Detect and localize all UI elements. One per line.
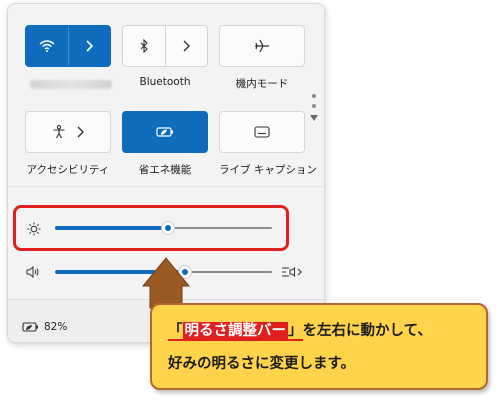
open-bracket: 「	[168, 323, 183, 339]
callout-line-2: 好みの明るさに変更します。	[168, 356, 356, 372]
close-bracket: 」	[288, 323, 303, 339]
callout-highlight: 明るさ調整バー	[182, 322, 288, 340]
callout-line-1: 「明るさ調整バー 」を左右に動かして、	[168, 319, 476, 341]
callout-line-1-rest: を左右に動かして、	[302, 323, 432, 339]
screenshot: Bluetooth 機内モード アクセシビリティ 省エネ機能 ライブ キャプショ…	[0, 0, 500, 401]
callout-highlight-group: 「明るさ調整バー」	[168, 322, 303, 341]
callout-box: 「明るさ調整バー 」を左右に動かして、 好みの明るさに変更します。	[150, 303, 488, 390]
